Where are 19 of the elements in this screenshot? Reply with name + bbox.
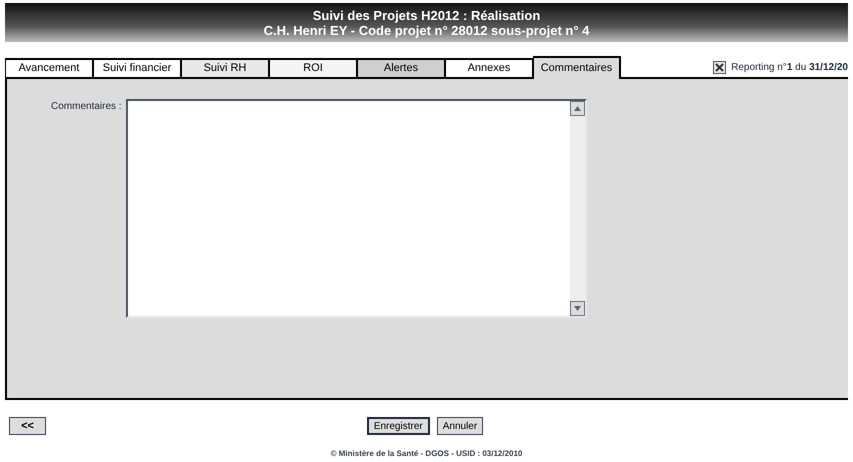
scrollbar[interactable]: [570, 101, 585, 316]
scroll-up-icon[interactable]: [570, 101, 585, 116]
save-button[interactable]: Enregistrer: [366, 417, 430, 435]
field-label: Commentaires :: [51, 100, 122, 114]
tab[interactable]: Annexes: [445, 58, 533, 79]
back-button[interactable]: <<: [9, 417, 46, 435]
page-title: Suivi des Projets H2012 : Réalisation: [312, 8, 540, 22]
footer-text: © Ministère de la Santé - DGOS - USID : 03/12/2010: [330, 448, 522, 460]
tab[interactable]: Alertes: [357, 58, 445, 79]
scroll-down-icon[interactable]: [570, 301, 585, 316]
page-subtitle: C.H. Henri EY - Code projet n° 28012 sous-projet n° 4: [264, 22, 590, 38]
tab[interactable]: Suivi RH: [181, 58, 269, 79]
reporting-info: Reporting n°1 du 31/12/20: [731, 61, 848, 75]
tab[interactable]: ROI: [269, 58, 357, 79]
tab[interactable]: Avancement: [5, 58, 93, 79]
comment-field[interactable]: [126, 99, 587, 318]
tab[interactable]: Suivi financier: [93, 58, 181, 79]
cancel-button[interactable]: Annuler: [436, 417, 484, 435]
tab[interactable]: Commentaires: [533, 56, 621, 79]
